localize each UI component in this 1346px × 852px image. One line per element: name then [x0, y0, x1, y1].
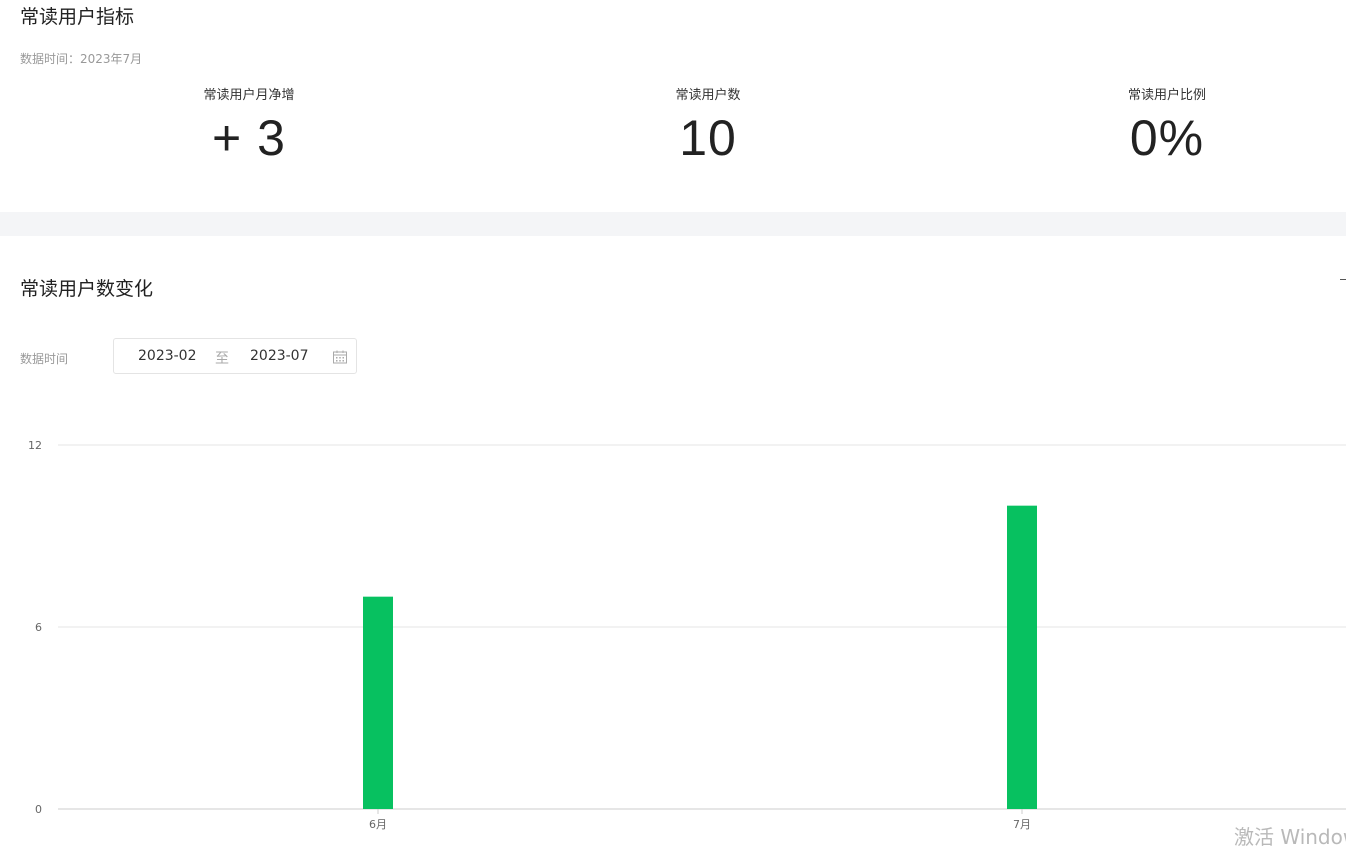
activation-watermark: 激活 Windows	[1234, 825, 1346, 849]
metric-net-increase: 常读用户月净增 + 3	[149, 86, 349, 168]
bar	[1007, 505, 1037, 809]
metric-value: 10	[679, 110, 737, 166]
x-tick-label: 7月	[1013, 818, 1031, 831]
section-divider	[0, 212, 1346, 236]
month-range-picker[interactable]: 2023-02 至 2023-07	[113, 338, 357, 374]
user-count-bar-chart: 0 6 12 6月 7月	[28, 439, 1346, 831]
collapse-icon[interactable]	[1340, 279, 1346, 280]
metric-label: 常读用户数	[675, 88, 741, 103]
metric-value: 0%	[1129, 110, 1205, 166]
metric-value: + 3	[212, 110, 286, 166]
metric-label: 常读用户月净增	[203, 88, 295, 103]
y-tick-label: 12	[28, 439, 42, 452]
metrics-section-title: 常读用户指标	[20, 6, 135, 28]
y-tick-label: 6	[35, 621, 42, 634]
metric-label: 常读用户比例	[1127, 88, 1206, 103]
filter-label: 数据时间	[20, 352, 69, 366]
range-end-input[interactable]: 2023-07	[250, 348, 309, 364]
range-separator: 至	[215, 351, 229, 367]
range-start-input[interactable]: 2023-02	[138, 348, 197, 364]
trend-section-title: 常读用户数变化	[20, 278, 154, 300]
calendar-icon[interactable]	[332, 349, 348, 365]
metrics-data-time: 数据时间：2023年7月	[20, 52, 143, 66]
x-tick-label: 6月	[369, 818, 387, 831]
metric-user-count: 常读用户数 10	[608, 86, 808, 168]
bar	[363, 596, 393, 809]
metric-user-ratio: 常读用户比例 0%	[1067, 86, 1267, 168]
y-tick-label: 0	[35, 803, 42, 816]
